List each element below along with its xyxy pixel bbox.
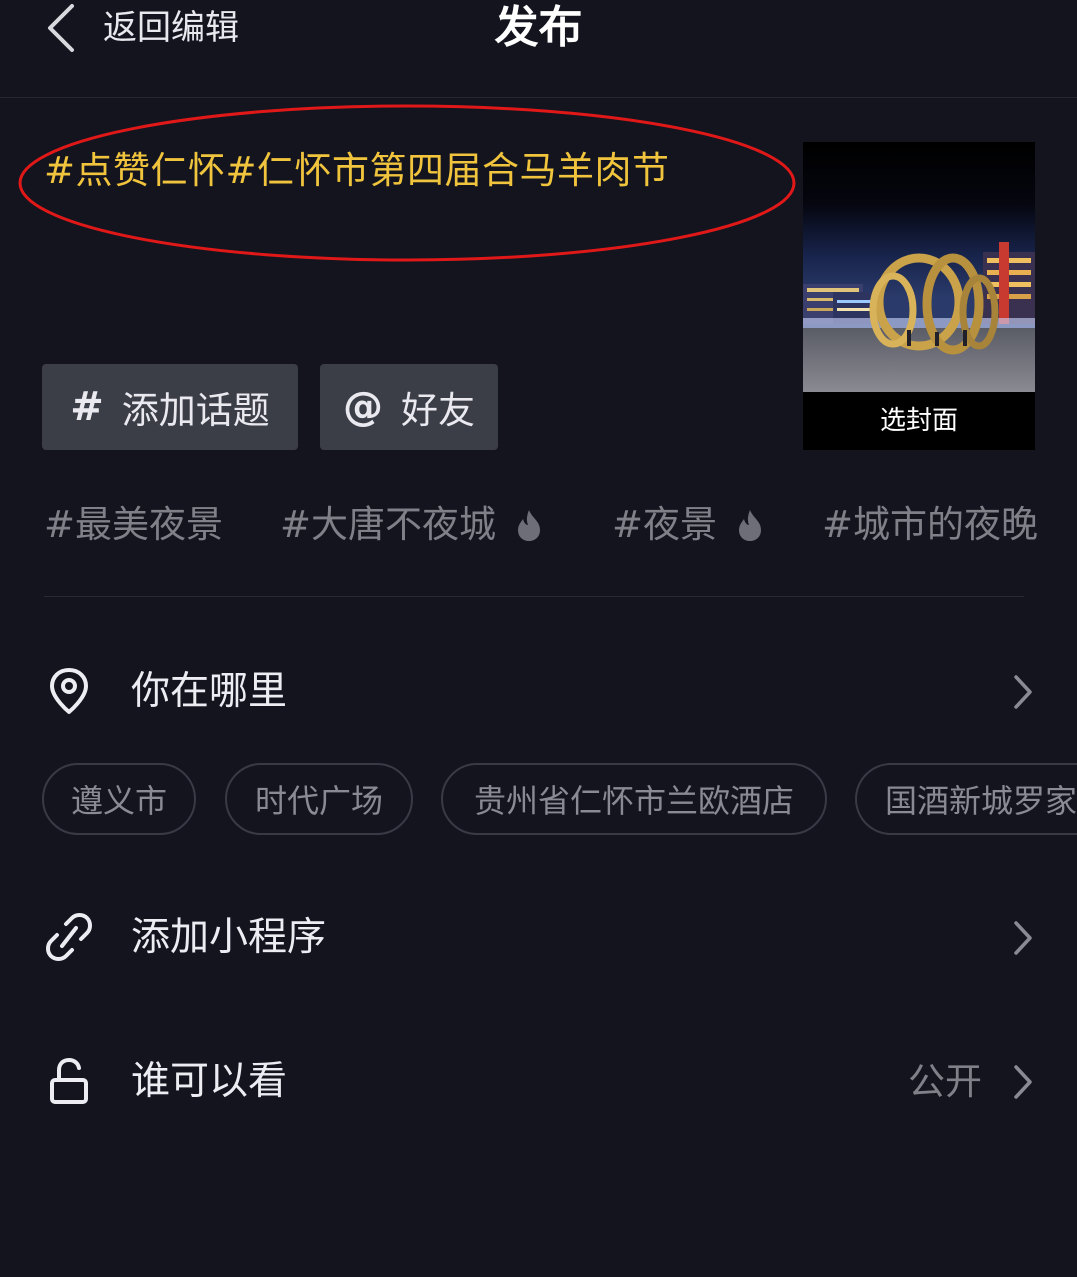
location-chip[interactable]: 遵义市 <box>42 763 196 835</box>
chevron-right-icon <box>1014 1065 1032 1099</box>
location-chip[interactable]: 贵州省仁怀市兰欧酒店 <box>441 763 827 835</box>
mention-friend-button[interactable]: @ 好友 <box>320 364 498 450</box>
location-label: 你在哪里 <box>131 669 288 714</box>
header-divider <box>0 97 1077 98</box>
cover-thumbnail[interactable]: 选封面 <box>803 142 1035 450</box>
topic-chip[interactable]: #城市的夜晚 <box>822 500 1038 550</box>
topic-label: #大唐不夜城 <box>280 503 497 546</box>
mini-program-label: 添加小程序 <box>131 915 327 960</box>
unlock-icon <box>50 1058 88 1104</box>
mention-friend-label: 好友 <box>401 389 475 432</box>
topic-chip[interactable]: #夜景 <box>612 500 765 550</box>
link-icon <box>46 913 92 961</box>
location-pin-icon <box>50 668 88 714</box>
chevron-right-icon <box>1014 675 1032 709</box>
section-divider <box>44 596 1024 597</box>
add-topic-button[interactable]: # 添加话题 <box>42 364 298 450</box>
visibility-row[interactable]: 谁可以看 公开 <box>0 1050 1077 1114</box>
fire-icon <box>518 510 541 541</box>
location-chip[interactable]: 时代广场 <box>225 763 413 835</box>
page-title: 发布 <box>494 2 583 53</box>
visibility-value: 公开 <box>908 1060 982 1103</box>
hash-icon: # <box>70 384 104 430</box>
mini-program-row[interactable]: 添加小程序 <box>0 906 1077 970</box>
chevron-right-icon <box>1014 921 1032 955</box>
highlight-ellipse <box>18 104 796 262</box>
topic-label: #夜景 <box>612 503 718 546</box>
topic-chip[interactable]: #大唐不夜城 <box>280 500 544 550</box>
add-topic-label: 添加话题 <box>121 389 270 432</box>
topic-chip[interactable]: #最美夜景 <box>44 500 223 550</box>
visibility-label: 谁可以看 <box>131 1059 288 1104</box>
select-cover-label[interactable]: 选封面 <box>803 392 1035 450</box>
fire-icon <box>739 510 762 541</box>
night-city-image <box>803 142 1035 392</box>
at-icon: @ <box>343 384 383 430</box>
topic-label: #最美夜景 <box>44 503 224 546</box>
topic-label: #城市的夜晚 <box>822 503 1039 546</box>
location-chip[interactable]: 国酒新城罗家 <box>855 763 1077 835</box>
location-row[interactable]: 你在哪里 <box>0 660 1077 724</box>
